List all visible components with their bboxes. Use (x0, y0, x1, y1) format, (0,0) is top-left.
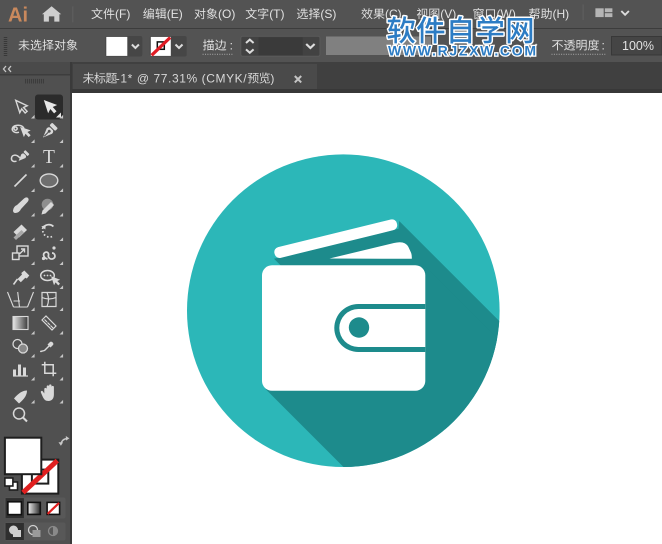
svg-text:-1* @ 77.31% (CMYK/: -1* @ 77.31% (CMYK/ (116, 72, 247, 86)
svg-text:WWW.RJZXW.COM: WWW.RJZXW.COM (388, 42, 536, 58)
svg-text:(S): (S) (320, 7, 336, 21)
svg-text:Ai: Ai (8, 4, 28, 26)
svg-text:100%: 100% (622, 39, 654, 53)
svg-text:T: T (43, 147, 55, 168)
svg-text:(E): (E) (167, 7, 183, 21)
svg-text:(O): (O) (218, 7, 235, 21)
svg-text::: : (230, 39, 233, 53)
svg-text:): ) (270, 72, 274, 86)
svg-text:(F): (F) (115, 7, 130, 21)
svg-text::: : (602, 39, 605, 53)
svg-text:(H): (H) (553, 7, 570, 21)
svg-text:(T): (T) (269, 7, 284, 21)
